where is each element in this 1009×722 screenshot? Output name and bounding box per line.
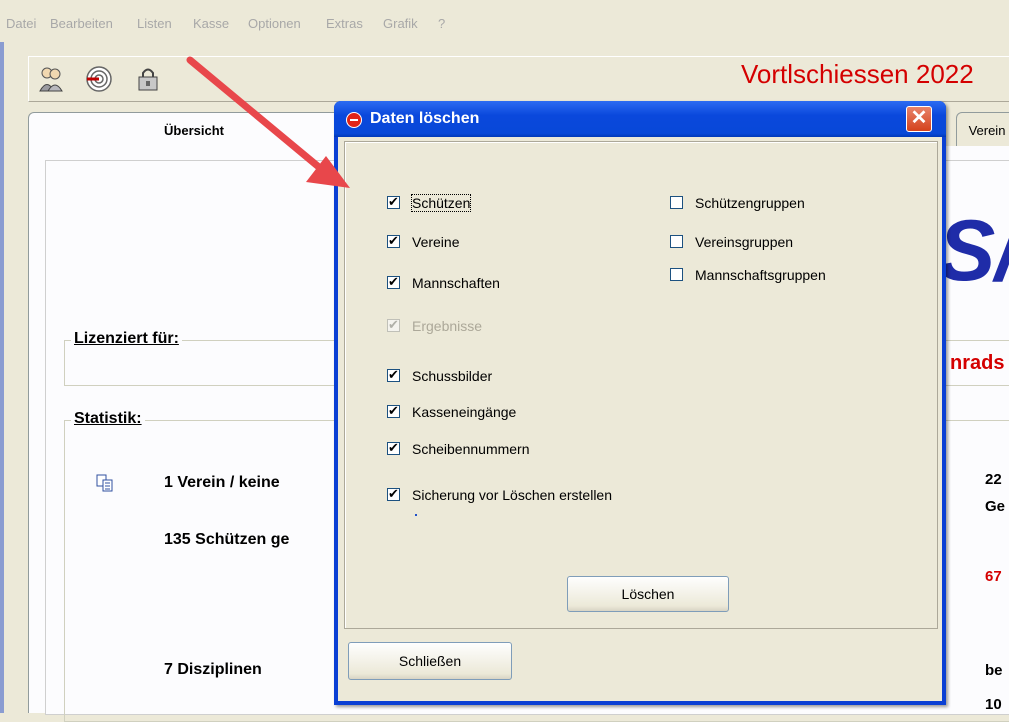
annotation-arrow-icon — [186, 56, 350, 188]
